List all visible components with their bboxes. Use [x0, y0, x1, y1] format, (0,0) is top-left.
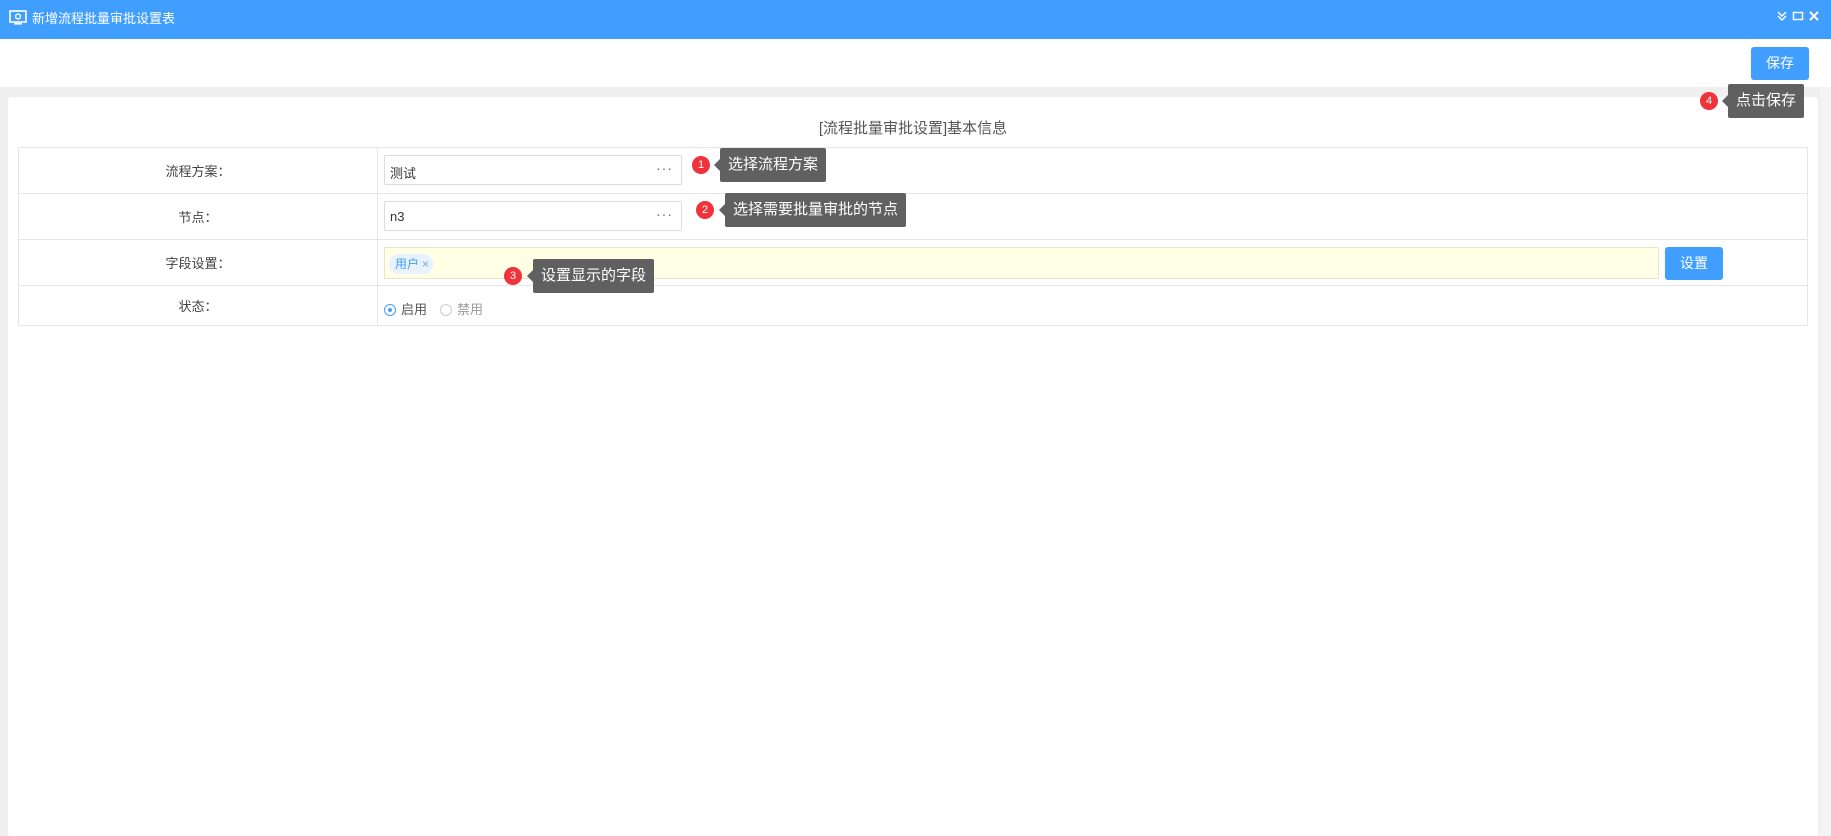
scrollbar[interactable] [1820, 87, 1831, 836]
node-picker[interactable]: n3 ··· [384, 201, 682, 231]
field-tag: 用户 × [389, 254, 434, 274]
node-label: 节点： [18, 193, 378, 240]
form-row-status: 状态： 启用 禁用 [18, 285, 1808, 326]
collapse-icon[interactable] [1775, 10, 1789, 24]
annotation-tip-4: 点击保存 [1721, 84, 1805, 118]
maximize-icon[interactable] [1791, 10, 1805, 24]
status-enabled-radio[interactable]: 启用 [384, 299, 427, 318]
close-icon[interactable] [1807, 10, 1821, 24]
form-card: [流程批量审批设置]基本信息 流程方案： 测试 ··· 节点： n3 ··· 字… [8, 97, 1818, 836]
form-row-node: 节点： n3 ··· [18, 193, 1808, 240]
node-value: n3 [390, 209, 405, 224]
scheme-label: 流程方案： [18, 147, 378, 194]
annotation-badge-2: 2 [696, 201, 714, 219]
annotation-tip-1: 选择流程方案 [713, 148, 827, 182]
form-row-fields: 字段设置： 用户 × 设置 [18, 239, 1808, 286]
more-icon[interactable]: ··· [656, 206, 673, 222]
tag-remove-icon[interactable]: × [422, 257, 429, 271]
radio-unchecked-icon [440, 304, 452, 316]
status-disabled-label: 禁用 [457, 302, 484, 317]
status-disabled-radio[interactable]: 禁用 [440, 299, 483, 318]
scheme-value: 测试 [390, 166, 417, 181]
annotation-badge-4: 4 [1700, 92, 1718, 110]
annotation-tip-2: 选择需要批量审批的节点 [718, 193, 907, 227]
save-button[interactable]: 保存 [1751, 47, 1809, 80]
more-icon[interactable]: ··· [656, 160, 673, 176]
settings-monitor-icon [9, 10, 27, 25]
annotation-badge-1: 1 [692, 156, 710, 174]
annotation-badge-3: 3 [504, 267, 522, 285]
settings-form: 流程方案： 测试 ··· 节点： n3 ··· 字段设置： 用户 × 设置 状态… [18, 147, 1808, 326]
radio-checked-icon [384, 304, 396, 316]
form-title: [流程批量审批设置]基本信息 [818, 120, 1008, 137]
form-row-scheme: 流程方案： 测试 ··· [18, 147, 1808, 194]
scheme-picker[interactable]: 测试 ··· [384, 155, 682, 185]
field-tag-label: 用户 [395, 257, 420, 271]
window-title: 新增流程批量审批设置表 [32, 11, 176, 26]
annotation-tip-3: 设置显示的字段 [526, 259, 655, 293]
status-enabled-label: 启用 [401, 302, 428, 317]
fields-label: 字段设置： [18, 239, 378, 286]
status-label: 状态： [18, 285, 378, 326]
fields-settings-button[interactable]: 设置 [1665, 247, 1723, 280]
window-titlebar: 新增流程批量审批设置表 [0, 0, 1831, 39]
toolbar: 保存 [0, 39, 1831, 87]
